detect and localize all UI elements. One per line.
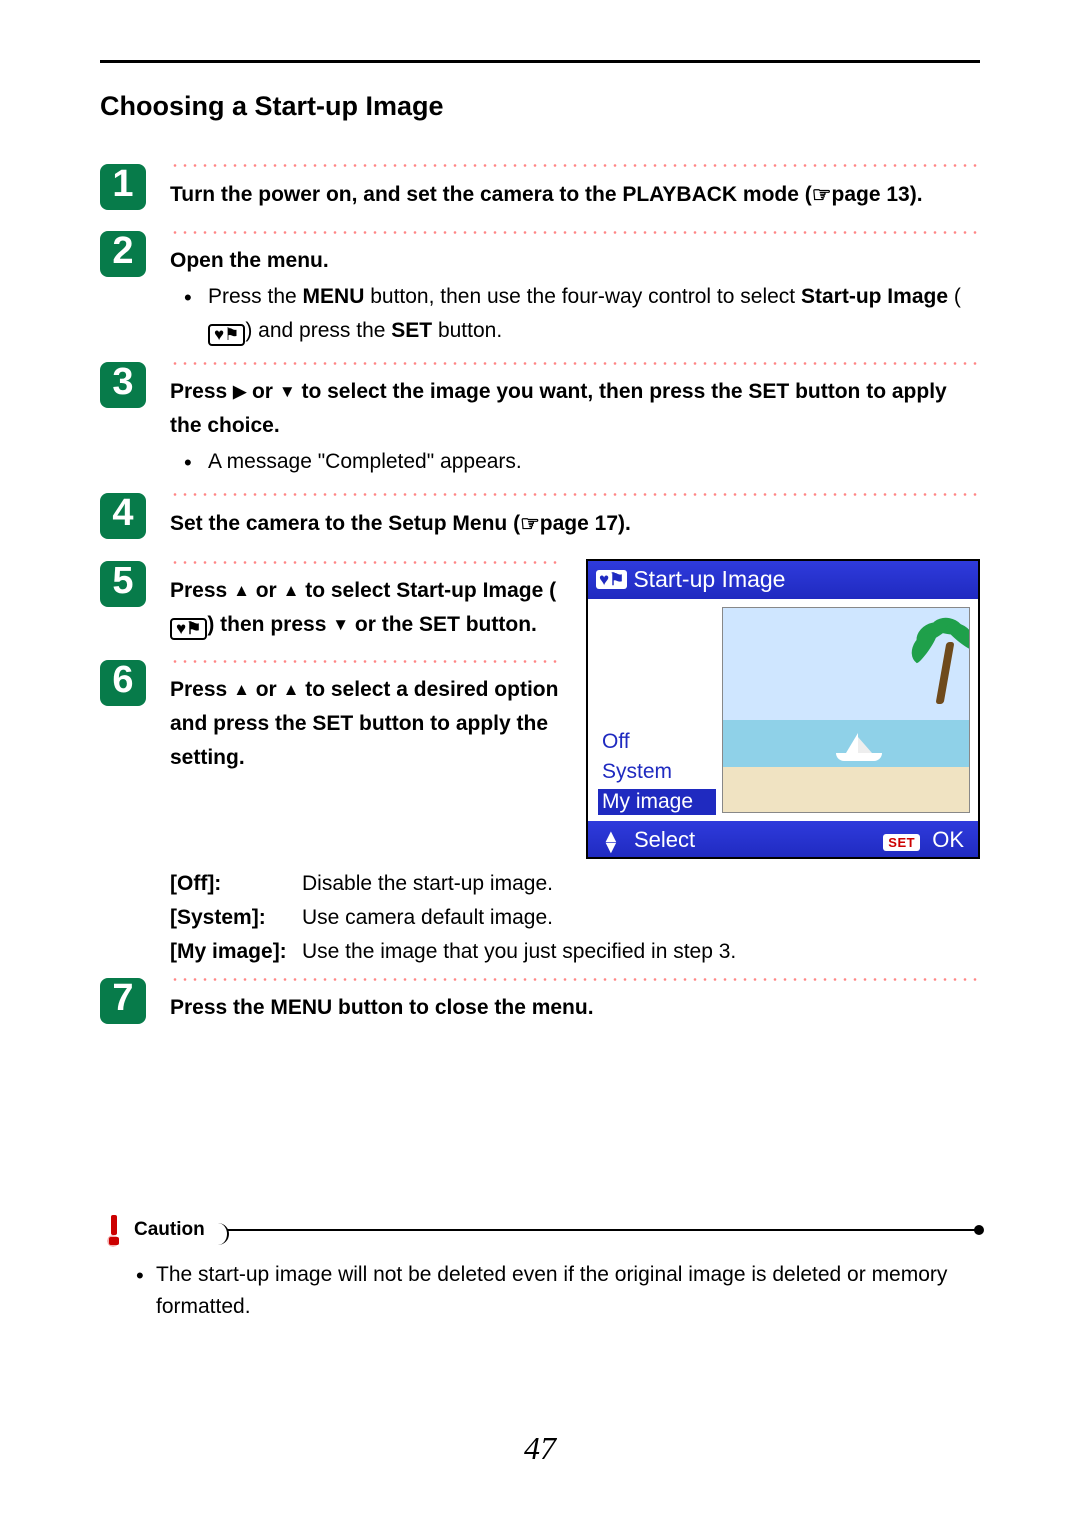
lcd-option-off: Off [598,729,716,755]
option-value: Use camera default image. [302,901,980,935]
step-5: 5 Press ▲ or ▲ to select Start-up Image … [100,561,560,642]
t: Set the camera to the Setup Menu ( [170,512,520,535]
down-triangle-icon: ▼ [279,378,296,406]
lcd-footer: ▲▼ Select SET OK [588,821,978,859]
step-number-badge: 5 [100,561,146,607]
step-number-badge: 6 [100,660,146,706]
up-triangle-icon: ▲ [283,577,300,605]
caution-block: Caution The start-up image will not be d… [100,1215,980,1322]
option-key: [Off]: [170,867,302,901]
step-number-badge: 7 [100,978,146,1024]
t: Press the [208,285,303,308]
t: ) and press the [245,319,391,342]
step-1: 1 Turn the power on, and set the camera … [100,164,980,213]
t: button, then use the four-way control to… [364,285,801,308]
step-6-options: [Off]: Disable the start-up image. [Syst… [100,859,980,968]
option-value: Disable the start-up image. [302,867,980,901]
step-7: 7 Press the MENU button to close the men… [100,978,980,1025]
step3-bullet: A message "Completed" appears. [170,445,980,479]
t: to select Start-up Image ( [299,579,556,602]
lcd-title-bar: ♥⚑ Start-up Image [588,561,978,599]
lcd-preview-image [722,607,970,813]
caution-text: The start-up image will not be deleted e… [100,1259,980,1322]
option-row: [Off]: Disable the start-up image. [170,867,980,901]
t: Press [170,579,233,602]
heart-flag-icon: ♥⚑ [208,324,245,346]
page-number: 47 [0,1430,1080,1467]
dotted-divider [170,164,980,167]
t: or [250,678,283,701]
t: ) then press [207,613,332,636]
option-value: Use the image that you just specified in… [302,935,980,969]
t: Press [170,678,233,701]
t: button. [432,319,502,342]
palm-tree-graphic [919,614,963,704]
t: ( [948,285,961,308]
t: or [250,579,283,602]
up-triangle-icon: ▲ [283,676,300,704]
section-title: Choosing a Start-up Image [100,91,980,122]
option-row: [System]: Use camera default image. [170,901,980,935]
set-label: SET [391,319,432,342]
t: Press [170,380,233,403]
right-triangle-icon: ▶ [233,378,246,406]
step1-text-a: Turn the power on, and set the camera to… [170,183,812,206]
step-number-badge: 1 [100,164,146,210]
step2-lead: Open the menu. [170,244,980,278]
option-key: [My image]: [170,935,302,969]
dotted-divider [170,362,980,365]
lcd-option-list: Off System My image [588,599,722,821]
step-number-badge: 4 [100,493,146,539]
caution-label: Caution [134,1219,205,1241]
step-number-badge: 2 [100,231,146,277]
caution-icon [100,1215,126,1245]
option-row: [My image]: Use the image that you just … [170,935,980,969]
dotted-divider [170,978,980,981]
t: or [246,380,279,403]
updown-arrows-icon: ▲▼ [602,831,620,853]
startup-label: Start-up Image [801,285,948,308]
step7-lead: Press the MENU button to close the menu. [170,996,594,1019]
up-triangle-icon: ▲ [233,676,250,704]
dotted-divider [170,561,560,564]
up-triangle-icon: ▲ [233,577,250,605]
pointer-icon [520,512,540,535]
menu-label: MENU [303,285,365,308]
camera-lcd-screenshot: ♥⚑ Start-up Image Off System My image [586,559,980,859]
dotted-divider [170,493,980,496]
lcd-title-text: Start-up Image [633,566,785,593]
t: page 17). [540,512,631,535]
dotted-divider [170,660,560,663]
step-2: 2 Open the menu. Press the MENU button, … [100,231,980,348]
option-key: [System]: [170,901,302,935]
step1-text-b: page 13). [832,183,923,206]
heart-flag-icon: ♥⚑ [170,618,207,640]
lcd-option-myimage: My image [598,789,716,815]
lcd-option-system: System [598,759,716,785]
down-triangle-icon: ▼ [332,611,349,639]
lcd-footer-select: Select [634,827,695,852]
set-badge-icon: SET [883,834,920,851]
step-3: 3 Press ▶ or ▼ to select the image you w… [100,362,980,479]
step-4: 4 Set the camera to the Setup Menu ( page… [100,493,980,542]
lcd-footer-ok: OK [932,827,964,852]
caution-rule [227,1229,980,1231]
boat-graphic [836,741,882,761]
pointer-icon [812,183,832,206]
step-number-badge: 3 [100,362,146,408]
caution-rule-curve [211,1223,229,1245]
steps-list: 1 Turn the power on, and set the camera … [100,164,980,1025]
dotted-divider [170,231,980,234]
step2-bullet: Press the MENU button, then use the four… [170,280,980,348]
step-6: 6 Press ▲ or ▲ to select a desired optio… [100,660,560,775]
t: or the SET button. [349,613,537,636]
heart-flag-icon: ♥⚑ [596,570,627,589]
